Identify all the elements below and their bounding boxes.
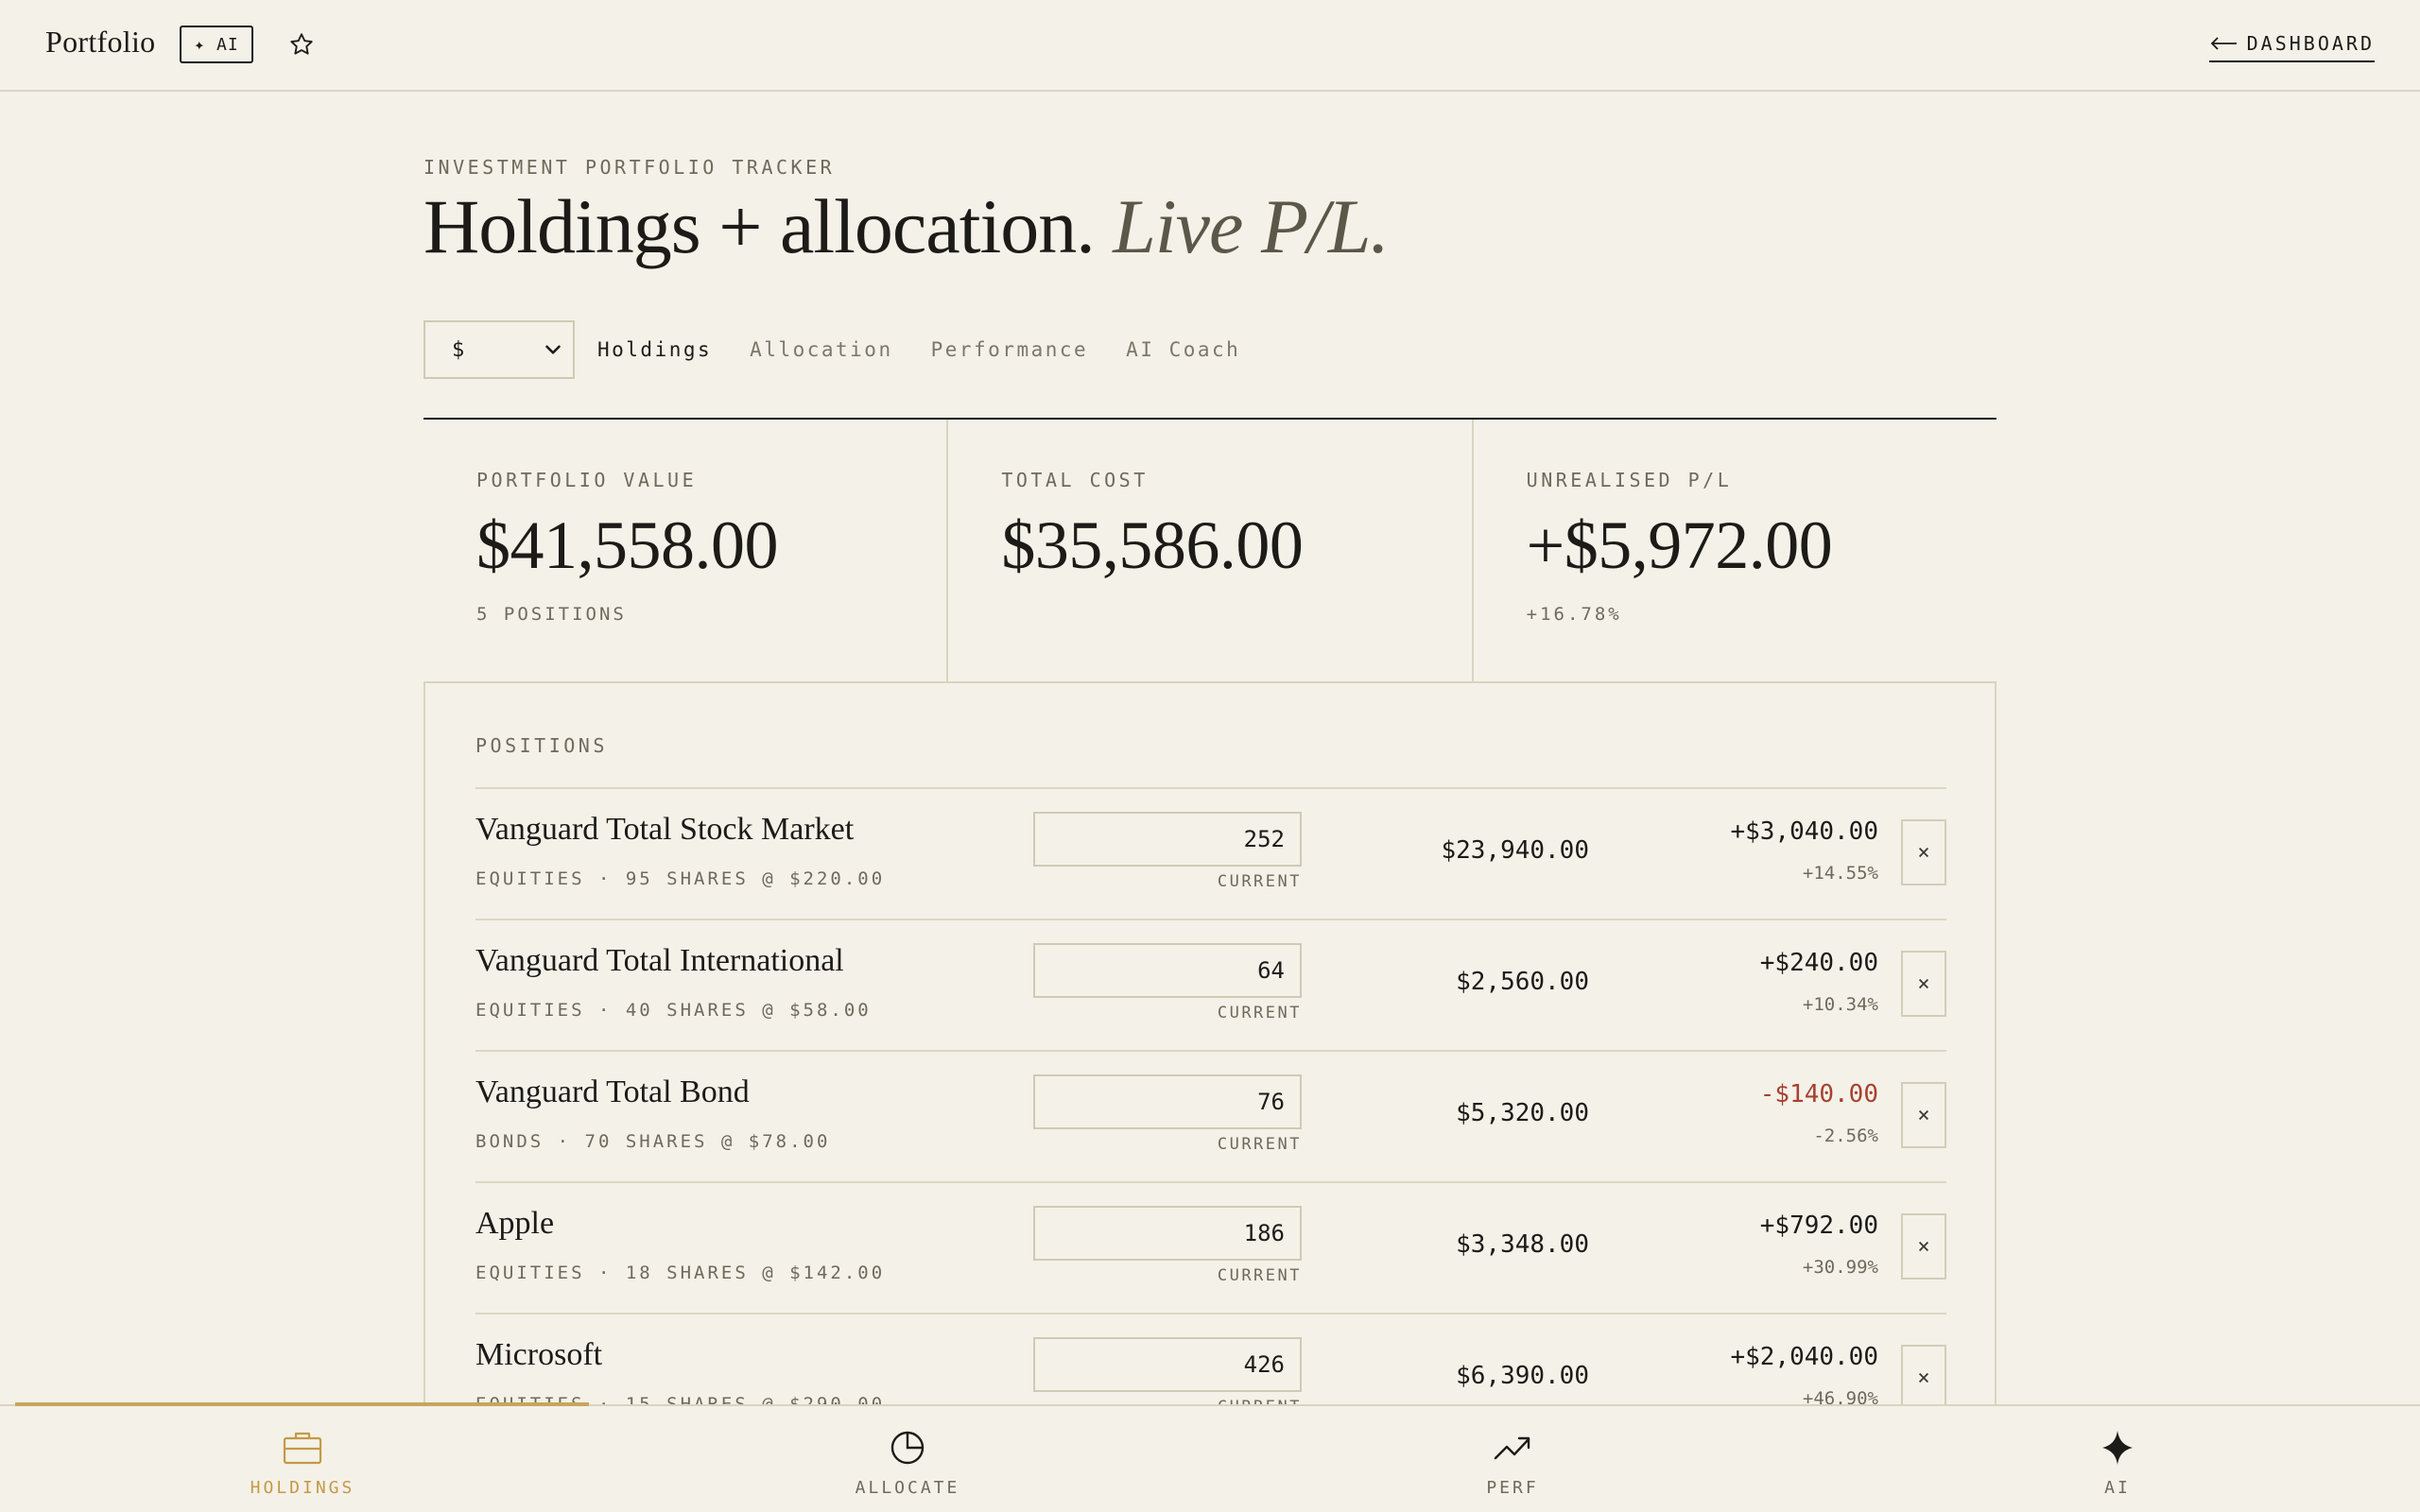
pie-chart-icon <box>887 1427 928 1469</box>
sparkle-icon <box>2097 1427 2138 1469</box>
back-to-dashboard-link[interactable]: DASHBOARD <box>2208 28 2375 62</box>
position-pl-percent: +30.99% <box>1802 1257 1878 1278</box>
position-name: Vanguard Total Stock Market <box>475 812 855 847</box>
nav-perf[interactable]: PERF <box>1418 1427 1607 1498</box>
position-pl-percent: +10.34% <box>1802 994 1878 1015</box>
price-caption: CURRENT <box>1217 1266 1302 1285</box>
position-row: Vanguard Total Bond BONDS · 70 SHARES @ … <box>475 1050 1946 1181</box>
price-caption: CURRENT <box>1217 872 1302 891</box>
current-price-input[interactable]: 186 <box>1033 1206 1302 1261</box>
stat-sub: +16.78% <box>1526 604 1622 625</box>
stat-value: +$5,972.00 <box>1526 507 1833 583</box>
currency-select[interactable]: $ <box>424 320 575 379</box>
nav-label: ALLOCATE <box>855 1478 960 1498</box>
remove-position-button[interactable]: × <box>1901 1082 1946 1148</box>
briefcase-icon <box>282 1427 323 1469</box>
position-value: $2,560.00 <box>1456 968 1589 996</box>
arrow-left-icon <box>2210 37 2237 50</box>
nav-ai[interactable]: AI <box>2023 1427 2212 1498</box>
remove-position-button[interactable]: × <box>1901 819 1946 885</box>
page-eyebrow: INVESTMENT PORTFOLIO TRACKER <box>424 156 836 179</box>
nav-label: AI <box>2104 1478 2131 1498</box>
current-price-input[interactable]: 252 <box>1033 812 1302 867</box>
position-value: $6,390.00 <box>1456 1362 1589 1390</box>
tab-performance[interactable]: Performance <box>931 333 1089 367</box>
currency-value: $ <box>452 337 465 362</box>
page-title: Holdings + allocation. Live P/L. <box>424 183 1390 269</box>
position-pl: -$140.00 <box>1759 1080 1878 1108</box>
page-title-italic: Live P/L. <box>1113 183 1390 269</box>
position-pl: +$3,040.00 <box>1730 817 1878 846</box>
position-pl-percent: -2.56% <box>1813 1125 1878 1146</box>
remove-position-button[interactable]: × <box>1901 1213 1946 1280</box>
positions-title: POSITIONS <box>475 734 608 757</box>
position-name: Vanguard Total Bond <box>475 1074 750 1109</box>
stat-value: $35,586.00 <box>1001 507 1304 583</box>
stat-unrealised-pl: UNREALISED P/L +$5,972.00 +16.78% <box>1471 420 1996 681</box>
active-tab-indicator <box>15 1402 589 1406</box>
position-meta: BONDS · 70 SHARES @ $78.00 <box>475 1131 831 1152</box>
stat-portfolio-value: PORTFOLIO VALUE $41,558.00 5 POSITIONS <box>424 420 946 681</box>
trending-up-icon <box>1492 1427 1533 1469</box>
position-meta: EQUITIES · 18 SHARES @ $142.00 <box>475 1263 886 1283</box>
position-pl: +$240.00 <box>1759 949 1878 977</box>
position-value: $5,320.00 <box>1456 1099 1589 1127</box>
price-caption: CURRENT <box>1217 1135 1302 1154</box>
tab-ai-coach[interactable]: AI Coach <box>1126 333 1240 367</box>
top-bar: Portfolio ✦ AI DASHBOARD <box>0 0 2420 92</box>
page-title-main: Holdings + allocation. <box>424 183 1096 269</box>
position-name: Microsoft <box>475 1337 603 1372</box>
current-price-input[interactable]: 64 <box>1033 943 1302 998</box>
position-name: Vanguard Total International <box>475 943 844 978</box>
stat-label: TOTAL COST <box>1001 469 1149 491</box>
nav-holdings[interactable]: HOLDINGS <box>208 1427 397 1498</box>
view-tabs: Holdings Allocation Performance AI Coach <box>597 333 1240 367</box>
favorite-button[interactable] <box>285 28 318 60</box>
position-row: Apple EQUITIES · 18 SHARES @ $142.00 186… <box>475 1181 1946 1313</box>
position-pl: +$792.00 <box>1759 1211 1878 1240</box>
position-row: Vanguard Total Stock Market EQUITIES · 9… <box>475 787 1946 919</box>
position-pl-percent: +14.55% <box>1802 863 1878 884</box>
positions-panel: POSITIONS Vanguard Total Stock Market EQ… <box>424 683 1996 1512</box>
position-row: Vanguard Total International EQUITIES · … <box>475 919 1946 1050</box>
position-value: $23,940.00 <box>1441 836 1589 865</box>
position-pl: +$2,040.00 <box>1730 1343 1878 1371</box>
stat-total-cost: TOTAL COST $35,586.00 <box>946 420 1471 681</box>
brand-title[interactable]: Portfolio <box>45 25 155 60</box>
nav-label: PERF <box>1486 1478 1539 1498</box>
tab-holdings[interactable]: Holdings <box>597 333 712 367</box>
remove-position-button[interactable]: × <box>1901 1345 1946 1411</box>
stat-sub: 5 POSITIONS <box>476 604 627 625</box>
stat-label: PORTFOLIO VALUE <box>476 469 698 491</box>
star-icon <box>290 33 313 55</box>
current-price-input[interactable]: 76 <box>1033 1074 1302 1129</box>
position-meta: EQUITIES · 40 SHARES @ $58.00 <box>475 1000 872 1021</box>
controls-bar: $ Holdings Allocation Performance AI Coa… <box>424 320 1240 379</box>
positions-list: Vanguard Total Stock Market EQUITIES · 9… <box>475 787 1946 1444</box>
stat-label: UNREALISED P/L <box>1526 469 1733 491</box>
bottom-nav: HOLDINGS ALLOCATE PERF AI <box>0 1402 2420 1512</box>
back-link-label: DASHBOARD <box>2246 32 2375 55</box>
current-price-input[interactable]: 426 <box>1033 1337 1302 1392</box>
position-value: $3,348.00 <box>1456 1230 1589 1259</box>
ai-chip-button[interactable]: ✦ AI <box>180 26 253 63</box>
remove-position-button[interactable]: × <box>1901 951 1946 1017</box>
summary-stats: PORTFOLIO VALUE $41,558.00 5 POSITIONS T… <box>424 420 1996 683</box>
price-caption: CURRENT <box>1217 1004 1302 1022</box>
tab-allocation[interactable]: Allocation <box>750 333 892 367</box>
chevron-down-icon <box>545 345 561 354</box>
position-name: Apple <box>475 1206 555 1241</box>
stat-value: $41,558.00 <box>476 507 779 583</box>
nav-label: HOLDINGS <box>250 1478 355 1498</box>
position-meta: EQUITIES · 95 SHARES @ $220.00 <box>475 868 886 889</box>
nav-allocate[interactable]: ALLOCATE <box>813 1427 1002 1498</box>
